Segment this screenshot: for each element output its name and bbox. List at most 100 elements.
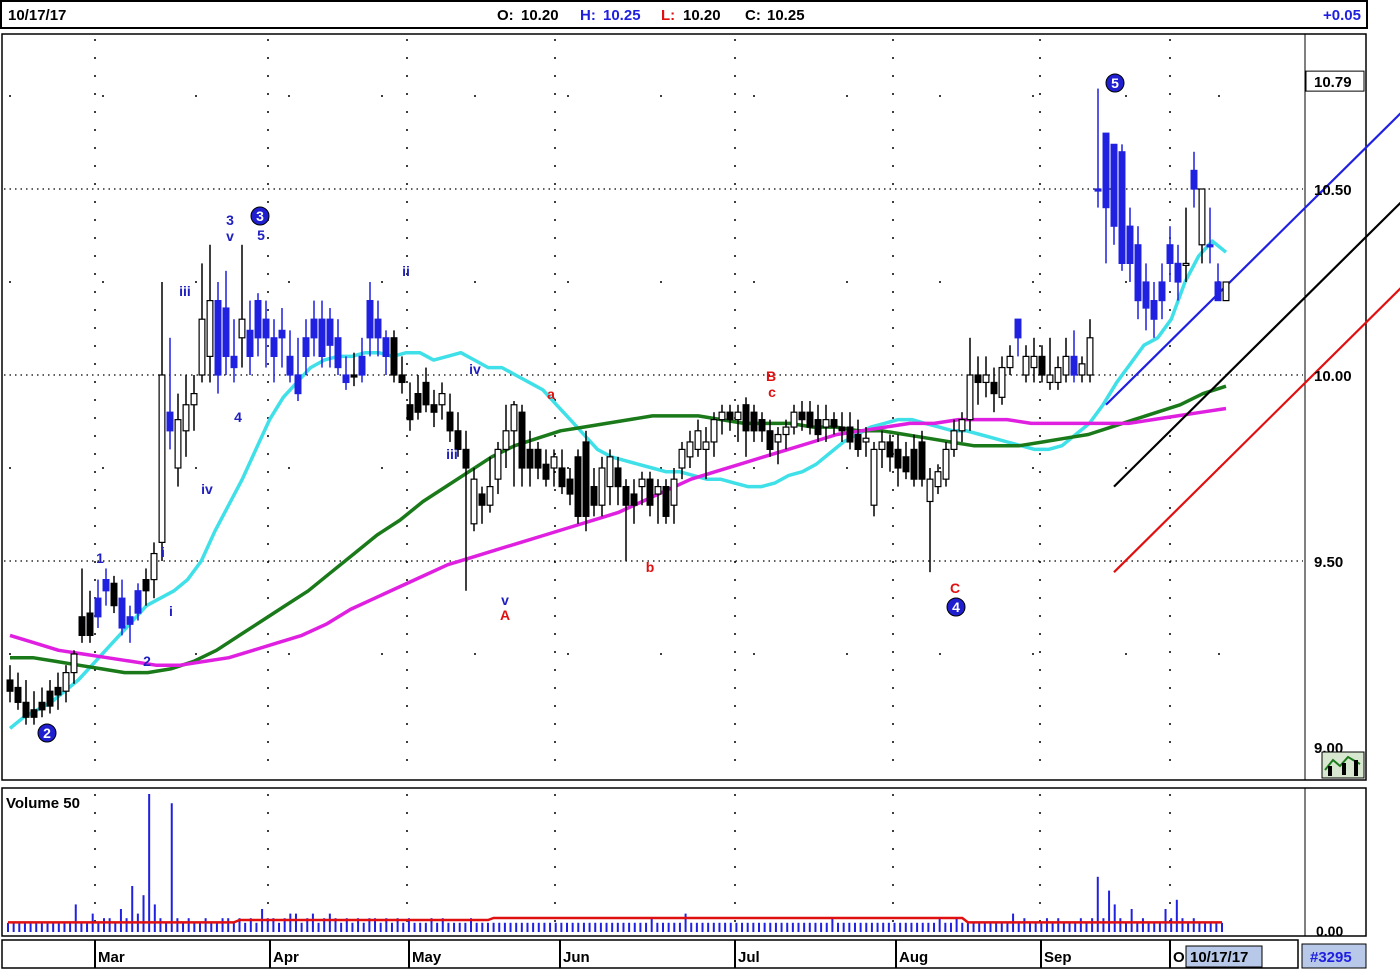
symbol-id[interactable]: #3295 (1310, 949, 1352, 966)
candle-body (358, 355, 366, 376)
candle-body (62, 671, 70, 692)
vertical-grid-dot-1 (267, 507, 269, 509)
vertical-grid-dot-7 (1169, 435, 1171, 437)
close-value: 10.25 (767, 7, 805, 24)
minor-grid-dot-0 (1125, 95, 1127, 97)
vertical-grid-dot-1 (267, 759, 269, 761)
volume-grid-dot-2 (406, 794, 408, 796)
wave-label: iii (179, 283, 191, 299)
volume-grid-dot-4 (734, 812, 736, 814)
candle-body (1134, 244, 1142, 302)
volume-grid-dot-5 (892, 902, 894, 904)
vertical-grid-dot-4 (734, 597, 736, 599)
vertical-grid-dot-6 (1039, 255, 1041, 257)
vertical-grid-dot-1 (267, 201, 269, 203)
candle-body (438, 393, 446, 406)
minor-grid-dot-0 (567, 95, 569, 97)
volume-grid-dot-5 (892, 866, 894, 868)
volume-grid-dot-2 (406, 812, 408, 814)
vertical-grid-dot-7 (1169, 75, 1171, 77)
candle-body (150, 552, 158, 581)
vertical-grid-dot-1 (267, 237, 269, 239)
vertical-grid-dot-7 (1169, 183, 1171, 185)
vertical-grid-dot-2 (406, 741, 408, 743)
vertical-grid-dot-6 (1039, 291, 1041, 293)
volume-grid-dot-1 (267, 902, 269, 904)
price-tick-label: 9.50 (1314, 554, 1343, 571)
vertical-grid-dot-2 (406, 57, 408, 59)
candle-body (974, 374, 982, 384)
vertical-grid-dot-6 (1039, 273, 1041, 275)
wave-label: 4 (952, 599, 960, 615)
vertical-grid-dot-4 (734, 489, 736, 491)
vertical-grid-dot-5 (892, 345, 894, 347)
candle-body (750, 411, 758, 432)
wave-label: iii (446, 446, 458, 462)
candle-body (654, 486, 662, 495)
vertical-grid-dot-5 (892, 723, 894, 725)
candle-body (1070, 355, 1078, 376)
candle-body (670, 478, 678, 506)
candle-body (1086, 337, 1094, 376)
vertical-grid-dot-5 (892, 615, 894, 617)
vertical-grid-dot-7 (1169, 345, 1171, 347)
candle-body (774, 433, 782, 443)
vertical-grid-dot-2 (406, 669, 408, 671)
candle-body (310, 318, 318, 339)
candle-body (830, 419, 838, 428)
vertical-grid-dot-4 (734, 57, 736, 59)
vertical-grid-dot-0 (94, 543, 96, 545)
vertical-grid-dot-5 (892, 759, 894, 761)
candle-body (214, 300, 222, 376)
vertical-grid-dot-1 (267, 111, 269, 113)
wave-label: b (646, 559, 655, 575)
vertical-grid-dot-0 (94, 453, 96, 455)
candle-body (414, 393, 422, 413)
vertical-grid-dot-5 (892, 183, 894, 185)
volume-grid-dot-3 (554, 830, 556, 832)
vertical-grid-dot-7 (1169, 471, 1171, 473)
price-panel (1, 33, 1367, 781)
vertical-grid-dot-2 (406, 183, 408, 185)
vertical-grid-dot-5 (892, 633, 894, 635)
minor-grid-dot-1 (9, 281, 11, 283)
vertical-grid-dot-5 (892, 399, 894, 401)
vertical-grid-dot-4 (734, 111, 736, 113)
vertical-grid-dot-5 (892, 309, 894, 311)
volume-grid-dot-5 (892, 812, 894, 814)
candle-body (422, 381, 430, 406)
minor-grid-dot-2 (195, 467, 197, 469)
vertical-grid-dot-0 (94, 219, 96, 221)
candle-body (622, 486, 630, 506)
vertical-grid-dot-4 (734, 291, 736, 293)
vertical-grid-dot-0 (94, 111, 96, 113)
vertical-grid-dot-4 (734, 219, 736, 221)
vertical-grid-dot-7 (1169, 39, 1171, 41)
candle-body (1102, 132, 1110, 209)
volume-grid-dot-6 (1039, 830, 1041, 832)
vertical-grid-dot-4 (734, 327, 736, 329)
minor-grid-dot-1 (660, 281, 662, 283)
vertical-grid-dot-1 (267, 165, 269, 167)
vertical-grid-dot-5 (892, 75, 894, 77)
candle-body (742, 404, 750, 432)
vertical-grid-dot-4 (734, 129, 736, 131)
vertical-grid-dot-6 (1039, 651, 1041, 653)
candle-body (1110, 143, 1118, 227)
vertical-grid-dot-1 (267, 345, 269, 347)
minor-grid-dot-2 (939, 467, 941, 469)
candle-body (110, 582, 118, 607)
volume-grid-dot-6 (1039, 794, 1041, 796)
vertical-grid-dot-5 (892, 255, 894, 257)
vertical-grid-dot-3 (554, 597, 556, 599)
volume-grid-dot-5 (892, 794, 894, 796)
vertical-grid-dot-5 (892, 525, 894, 527)
volume-grid-dot-7 (1169, 848, 1171, 850)
candle-body (238, 318, 246, 339)
vertical-grid-dot-2 (406, 471, 408, 473)
candle-body (846, 426, 854, 443)
vertical-grid-dot-2 (406, 381, 408, 383)
vertical-grid-dot-7 (1169, 525, 1171, 527)
chart-thumbnail-icon[interactable] (1321, 751, 1365, 779)
candle-body (942, 448, 950, 480)
